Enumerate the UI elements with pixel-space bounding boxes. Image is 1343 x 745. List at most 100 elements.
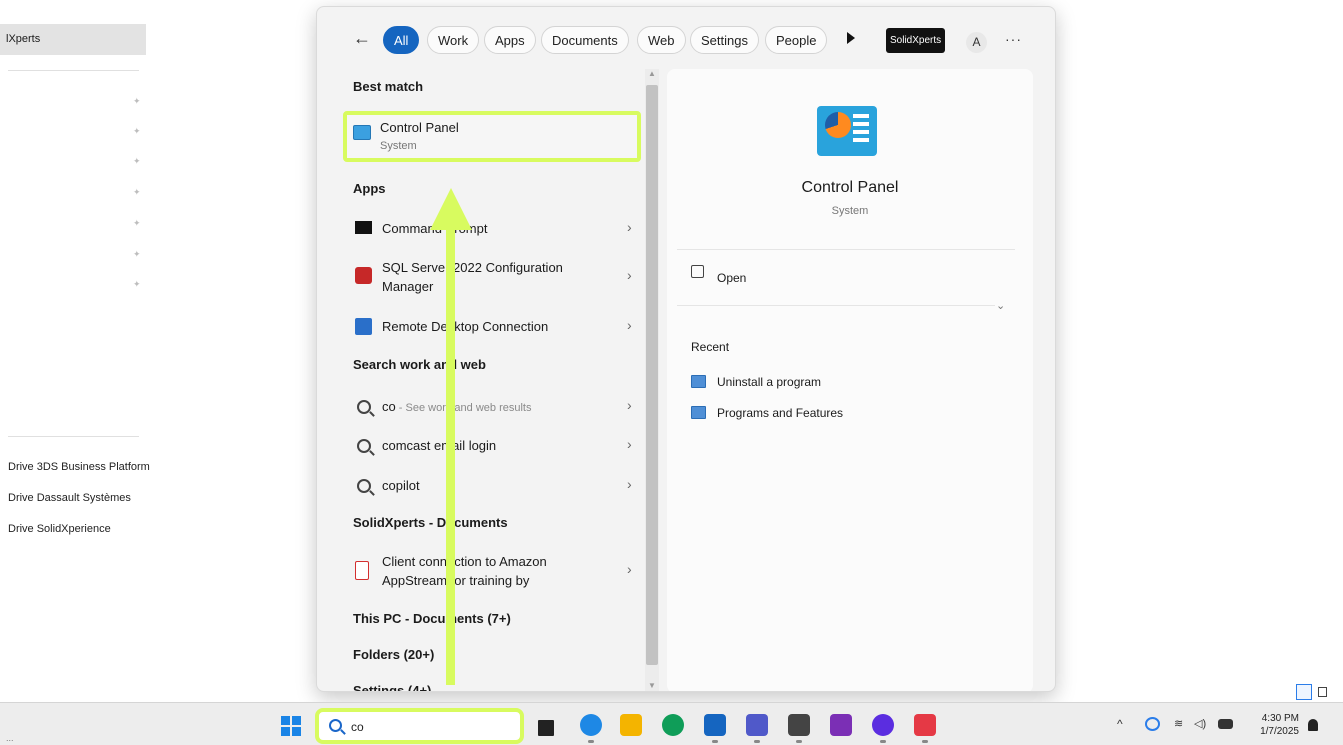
recent-item-uninstall[interactable]: Uninstall a program xyxy=(691,375,821,389)
outlook-icon[interactable] xyxy=(704,714,726,736)
windows-start-icon[interactable] xyxy=(281,716,301,736)
results-scrollbar[interactable]: ▲ ▼ xyxy=(645,69,659,691)
recent-item-label: Uninstall a program xyxy=(717,375,822,389)
search-icon xyxy=(329,719,342,732)
drive-link-dassault[interactable]: Drive Dassault Systèmes xyxy=(8,492,131,504)
running-indicator xyxy=(796,740,802,743)
avatar[interactable]: A xyxy=(966,32,987,53)
drive-link-solidxperience[interactable]: Drive SolidXperience xyxy=(8,523,111,535)
list-item-document[interactable]: Client connection to Amazon AppStream fo… xyxy=(343,551,649,593)
tray-overflow-chevron-up-icon[interactable]: ^ xyxy=(1117,717,1123,731)
section-this-pc[interactable]: This PC - Documents (7+) xyxy=(353,611,511,626)
search-icon xyxy=(357,400,371,414)
open-action[interactable]: Open xyxy=(717,271,746,285)
scroll-thumb[interactable] xyxy=(646,85,658,665)
filter-all[interactable]: All xyxy=(383,26,420,54)
section-search-work-web: Search work and web xyxy=(353,357,486,372)
org-badge[interactable]: SolidXperts xyxy=(886,28,946,53)
tiles-view-icon[interactable] xyxy=(1318,687,1327,697)
document-label: Client connection to Amazon xyxy=(382,554,547,569)
chrome-icon[interactable] xyxy=(580,714,602,736)
search-flyout: ← All Work Apps Documents Web Settings P… xyxy=(316,6,1056,692)
running-indicator xyxy=(922,740,928,743)
web-query: copilot xyxy=(382,478,420,493)
app-label: Remote Desktop Connection xyxy=(382,319,549,334)
filter-web[interactable]: Web xyxy=(637,26,686,54)
section-folders[interactable]: Folders (20+) xyxy=(353,647,434,662)
list-item-sql-server[interactable]: SQL Server 2022 Configuration Manager › xyxy=(343,257,649,299)
chevron-right-icon[interactable]: › xyxy=(627,436,632,452)
clock-date: 1/7/2025 xyxy=(1260,726,1299,737)
notification-bell-icon[interactable] xyxy=(1308,719,1318,731)
recent-item-programs-features[interactable]: Programs and Features xyxy=(691,406,843,420)
more-filters-play-icon[interactable] xyxy=(847,32,855,44)
list-item-web-copilot[interactable]: copilot › xyxy=(343,474,649,498)
pin-icon: ✦ xyxy=(133,249,141,259)
wifi-icon[interactable]: ≋ xyxy=(1174,717,1189,731)
filter-work[interactable]: Work xyxy=(427,26,480,54)
control-panel-icon xyxy=(691,406,706,419)
divider xyxy=(677,249,1015,250)
list-item-remote-desktop[interactable]: Remote Desktop Connection › xyxy=(343,315,649,339)
divider xyxy=(8,436,139,437)
taskbar-overflow-icon[interactable]: ... xyxy=(6,733,14,743)
taskbar: ... co ^ ≋ ◁) 4:30 PM 1/7/2025 xyxy=(0,702,1343,745)
chevron-right-icon[interactable]: › xyxy=(627,219,632,235)
pin-icon: ✦ xyxy=(133,96,141,106)
back-arrow-icon[interactable]: ← xyxy=(353,28,371,49)
list-item-command-prompt[interactable]: Command Prompt › xyxy=(343,217,649,241)
pdf-icon xyxy=(355,561,369,580)
chevron-right-icon[interactable]: › xyxy=(627,397,632,413)
onenote-icon[interactable] xyxy=(830,714,852,736)
acrobat-icon[interactable] xyxy=(914,714,936,736)
taskbar-search-query[interactable]: co xyxy=(351,720,364,734)
running-indicator xyxy=(754,740,760,743)
best-match-highlight[interactable]: Control Panel System xyxy=(343,111,641,162)
more-options-icon[interactable]: ··· xyxy=(1005,31,1022,47)
edge-icon[interactable] xyxy=(662,714,684,736)
teams-icon[interactable] xyxy=(746,714,768,736)
chevron-right-icon[interactable]: › xyxy=(627,267,632,283)
filter-people[interactable]: People xyxy=(765,26,828,54)
recent-item-label: Programs and Features xyxy=(717,406,844,420)
copilot-icon[interactable] xyxy=(872,714,894,736)
section-best-match: Best match xyxy=(353,79,424,94)
drive-link-3ds[interactable]: Drive 3DS Business Platform xyxy=(8,461,150,473)
clock[interactable]: 4:30 PM 1/7/2025 xyxy=(1247,712,1299,738)
explorer-sidebar: lXperts ✦ ✦ ✦ ✦ ✦ ✦ ✦ Drive 3DS Business… xyxy=(0,0,150,700)
open-icon[interactable] xyxy=(691,265,704,278)
best-match-title: Control Panel xyxy=(380,120,459,135)
snipping-tool-icon[interactable] xyxy=(788,714,810,736)
recent-heading: Recent xyxy=(691,340,730,354)
sync-icon[interactable] xyxy=(1145,717,1160,731)
search-icon xyxy=(357,439,371,453)
battery-icon[interactable] xyxy=(1218,719,1233,729)
detail-subtitle: System xyxy=(831,205,869,217)
details-view-icon[interactable] xyxy=(1296,684,1312,700)
section-settings[interactable]: Settings (4+) xyxy=(353,683,431,691)
results-list: Best match Control Panel System Apps Com… xyxy=(317,67,649,691)
control-panel-icon xyxy=(353,125,371,140)
list-item-web-comcast[interactable]: comcast email login › xyxy=(343,434,649,458)
task-view-icon[interactable] xyxy=(538,720,554,736)
chevron-down-icon[interactable]: ⌄ xyxy=(996,299,1005,312)
chevron-right-icon[interactable]: › xyxy=(627,561,632,577)
chevron-right-icon[interactable]: › xyxy=(627,317,632,333)
volume-icon[interactable]: ◁) xyxy=(1194,717,1209,731)
filter-apps[interactable]: Apps xyxy=(484,26,536,54)
scroll-down-icon[interactable]: ▼ xyxy=(647,681,657,691)
filter-documents[interactable]: Documents xyxy=(541,26,629,54)
explorer-header[interactable]: lXperts xyxy=(0,24,146,55)
list-item-web-co[interactable]: co - See work and web results › xyxy=(343,395,649,419)
best-match-subtitle: System xyxy=(380,140,417,152)
document-label-line2: AppStream for training by xyxy=(382,573,530,588)
section-apps: Apps xyxy=(353,181,386,196)
file-explorer-icon[interactable] xyxy=(620,714,642,736)
taskbar-search-box[interactable]: co xyxy=(315,708,524,744)
web-hint: - See work and web results xyxy=(395,402,532,414)
scroll-up-icon[interactable]: ▲ xyxy=(647,69,657,79)
chevron-right-icon[interactable]: › xyxy=(627,476,632,492)
app-label-line2: Manager xyxy=(382,279,434,294)
filter-settings[interactable]: Settings xyxy=(690,26,759,54)
pin-icon: ✦ xyxy=(133,187,141,197)
